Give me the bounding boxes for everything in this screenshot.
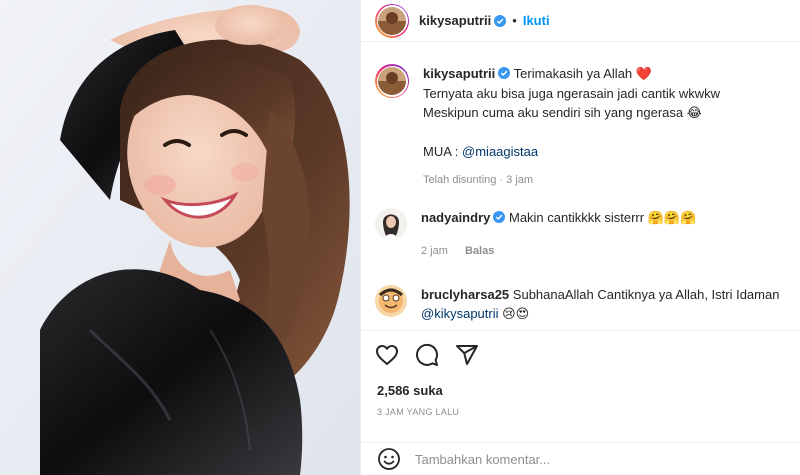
avatar-ring xyxy=(376,5,408,36)
comment-username[interactable]: nadyaindry xyxy=(421,210,490,225)
comment-time: 2 jam xyxy=(421,245,448,257)
avatar[interactable] xyxy=(375,3,409,38)
comment-line-2: @kikysaputrii 😢😍 xyxy=(421,304,779,324)
follow-button[interactable]: Ikuti xyxy=(523,13,550,28)
instagram-post: kikysaputrii • Ikuti kikysaputrii Terima… xyxy=(0,0,800,475)
comment-mention-link[interactable]: @kikysaputrii xyxy=(421,306,499,321)
post-image xyxy=(0,0,360,475)
emoji-picker-icon[interactable] xyxy=(377,447,401,471)
verified-badge-icon xyxy=(493,211,506,223)
comment-text: Makin cantikkkk sisterrr xyxy=(508,210,645,225)
comment-username[interactable]: bruclyharsa25 xyxy=(421,287,509,302)
comment-text: SubhanaAllah Cantiknya ya Allah, Istri I… xyxy=(512,287,780,302)
caption-text-1: Terimakasih ya Allah xyxy=(513,66,633,81)
caption-avatar-ring xyxy=(376,65,408,97)
caption-meta: Telah disunting · 3 jam xyxy=(423,171,720,190)
caption-avatar[interactable] xyxy=(375,64,409,98)
post-actions: 2,586 suka 3 JAM YANG LALU xyxy=(361,330,800,440)
heart-emoji-icon: ❤️ xyxy=(635,67,652,82)
caption-line-1: kikysaputrii Terimakasih ya Allah ❤️ xyxy=(423,64,720,84)
commenter-avatar[interactable] xyxy=(375,285,407,317)
header-username[interactable]: kikysaputrii xyxy=(419,13,491,28)
reply-button[interactable]: Balas xyxy=(465,245,494,257)
comment-item: nadyaindry Makin cantikkkk sisterrr 🤗🤗🤗 … xyxy=(375,208,696,261)
comment-input[interactable] xyxy=(415,451,775,467)
caption-text-3: Meskipun cuma aku sendiri sih yang ngera… xyxy=(423,105,684,120)
share-icon[interactable] xyxy=(455,343,479,367)
comment-body: nadyaindry Makin cantikkkk sisterrr 🤗🤗🤗 … xyxy=(421,208,696,261)
caption-body: kikysaputrii Terimakasih ya Allah ❤️ Ter… xyxy=(423,64,720,190)
caption: kikysaputrii Terimakasih ya Allah ❤️ Ter… xyxy=(375,64,720,190)
comment-icon[interactable] xyxy=(415,343,439,367)
comment-item: bruclyharsa25 SubhanaAllah Cantiknya ya … xyxy=(375,285,779,324)
heart-icon[interactable] xyxy=(375,343,399,367)
post-details-panel: kikysaputrii • Ikuti kikysaputrii Terima… xyxy=(360,0,800,475)
caption-edited-time: Telah disunting · 3 jam xyxy=(423,174,534,186)
verified-badge-icon xyxy=(494,14,507,27)
caption-mua-line: MUA : @miaagistaa xyxy=(423,142,720,161)
caption-text-2: Ternyata aku bisa juga ngerasain jadi ca… xyxy=(423,86,720,101)
post-timestamp: 3 JAM YANG LALU xyxy=(377,407,460,417)
comment-line: bruclyharsa25 SubhanaAllah Cantiknya ya … xyxy=(421,285,779,304)
crying-heart-eyes-emoji-icon: 😢😍 xyxy=(502,307,530,322)
comment-body: bruclyharsa25 SubhanaAllah Cantiknya ya … xyxy=(421,285,779,324)
post-photo[interactable] xyxy=(0,0,360,475)
header-user-info: kikysaputrii • Ikuti xyxy=(419,13,550,28)
commenter-avatar[interactable] xyxy=(375,208,407,240)
action-icons xyxy=(375,343,479,367)
comment-line: nadyaindry Makin cantikkkk sisterrr 🤗🤗🤗 xyxy=(421,208,696,228)
comment-meta: 2 jam Balas xyxy=(421,242,696,261)
hugging-emoji-icon: 🤗🤗🤗 xyxy=(647,211,697,226)
caption-avatar-image xyxy=(378,67,406,95)
mua-label: MUA : xyxy=(423,144,459,159)
avatar-image xyxy=(378,6,406,35)
laughing-emoji-icon: 😂 xyxy=(686,106,702,121)
caption-username[interactable]: kikysaputrii xyxy=(423,66,495,81)
like-count[interactable]: 2,586 suka xyxy=(377,383,443,398)
add-comment-bar xyxy=(361,442,800,475)
verified-badge-icon xyxy=(498,67,511,79)
mua-mention-link[interactable]: @miaagistaa xyxy=(462,144,538,159)
header-separator: • xyxy=(512,13,517,28)
post-header: kikysaputrii • Ikuti xyxy=(361,0,800,42)
caption-line-3: Meskipun cuma aku sendiri sih yang ngera… xyxy=(423,103,720,123)
